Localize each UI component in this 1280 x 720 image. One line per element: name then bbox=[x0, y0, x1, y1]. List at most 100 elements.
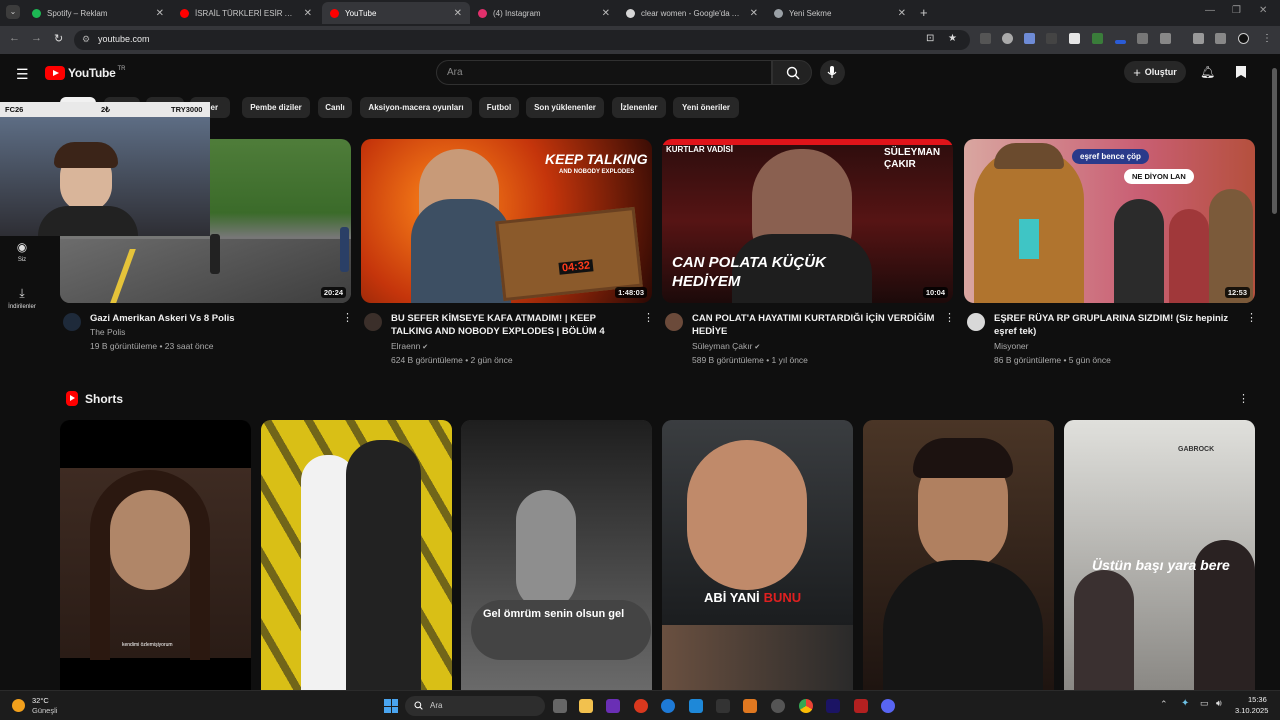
extensions-puzzle-icon[interactable] bbox=[1160, 33, 1171, 44]
browser-tab[interactable]: Yeni Sekme ✕ bbox=[766, 2, 914, 24]
video-thumbnail[interactable]: eşref bence çöp NE DİYON LAN 12:53 bbox=[964, 139, 1255, 303]
menu-icon[interactable]: ☰ bbox=[16, 66, 29, 83]
channel-name[interactable]: Elraenn ✔ bbox=[391, 341, 428, 351]
reload-icon[interactable]: ↻ bbox=[54, 32, 63, 45]
video-title[interactable]: BU SEFER KİMSEYE KAFA ATMADIM! | KEEP TA… bbox=[391, 312, 635, 338]
network-icon[interactable]: ▭ bbox=[1200, 698, 1209, 709]
channel-name[interactable]: Süleyman Çakır ✔ bbox=[692, 341, 760, 351]
extension-icon[interactable] bbox=[980, 33, 991, 44]
search-input[interactable]: Ara bbox=[436, 60, 772, 85]
app-icon[interactable] bbox=[743, 699, 757, 713]
youtube-logo[interactable]: YouTube TR bbox=[45, 66, 125, 80]
edge-icon[interactable] bbox=[661, 699, 675, 713]
tray-overflow-icon[interactable]: ⌃ bbox=[1160, 699, 1168, 710]
channel-avatar[interactable] bbox=[364, 313, 382, 331]
video-title[interactable]: CAN POLAT'A HAYATIMI KURTARDIĞI İÇİN VER… bbox=[692, 312, 936, 338]
volume-icon[interactable]: 🔊︎ bbox=[1216, 698, 1222, 709]
tab-close-icon[interactable]: ✕ bbox=[898, 8, 906, 19]
video-more-icon[interactable]: ⋮ bbox=[342, 311, 353, 324]
app-icon[interactable] bbox=[634, 699, 648, 713]
channel-name[interactable]: The Polis bbox=[90, 327, 125, 337]
sidebar-item-you[interactable]: ◉ Siz bbox=[0, 240, 44, 263]
channel-avatar[interactable] bbox=[665, 313, 683, 331]
new-tab-button[interactable]: + bbox=[920, 5, 928, 20]
filter-chip[interactable]: Futbol bbox=[479, 97, 519, 118]
premiere-icon[interactable] bbox=[826, 699, 840, 713]
clock-date[interactable]: 3.10.2025 bbox=[1235, 706, 1268, 715]
vscode-icon[interactable] bbox=[689, 699, 703, 713]
video-title[interactable]: EŞREF RÜYA RP GRUPLARINA SIZDIM! (Siz he… bbox=[994, 312, 1238, 338]
bookmark-account-icon[interactable] bbox=[1236, 66, 1246, 78]
short-thumbnail[interactable]: GABROCK Üstün başı yara bere bbox=[1064, 420, 1255, 690]
extension-icon[interactable] bbox=[1024, 33, 1035, 44]
filter-chip[interactable]: Son yüklenenler bbox=[526, 97, 604, 118]
minimize-icon[interactable]: — bbox=[1205, 5, 1215, 16]
install-app-icon[interactable]: ⊡ bbox=[926, 33, 934, 44]
short-thumbnail[interactable]: Gel ömrüm senin olsun gel bbox=[461, 420, 652, 690]
back-icon[interactable]: ← bbox=[9, 32, 20, 44]
short-thumbnail[interactable] bbox=[863, 420, 1054, 690]
browser-menu-icon[interactable]: ⋮ bbox=[1262, 33, 1273, 44]
close-window-icon[interactable]: ✕ bbox=[1259, 5, 1267, 16]
short-thumbnail[interactable]: ABİ YANİ BUNU bbox=[662, 420, 853, 690]
extension-icon[interactable] bbox=[1137, 33, 1148, 44]
media-icon[interactable] bbox=[1215, 33, 1226, 44]
epic-games-icon[interactable] bbox=[716, 699, 730, 713]
sidebar-item-downloads[interactable]: ⤓ İndirilenler bbox=[0, 286, 44, 310]
app-icon[interactable] bbox=[854, 699, 868, 713]
channel-name[interactable]: Misyoner bbox=[994, 341, 1028, 351]
tab-list-button[interactable]: ⌄ bbox=[6, 5, 20, 19]
tray-icon[interactable]: ✦ bbox=[1181, 698, 1189, 709]
discord-icon[interactable] bbox=[881, 699, 895, 713]
short-thumbnail[interactable] bbox=[261, 420, 452, 690]
video-thumbnail[interactable]: KURTLAR VADİSİ SÜLEYMAN ÇAKIR CAN POLATA… bbox=[662, 139, 953, 303]
task-view-icon[interactable] bbox=[553, 699, 567, 713]
tab-close-icon[interactable]: ✕ bbox=[156, 8, 164, 19]
taskbar-search[interactable]: Ara bbox=[405, 696, 545, 716]
extension-icon[interactable] bbox=[1069, 33, 1080, 44]
forward-icon[interactable]: → bbox=[31, 32, 42, 44]
tab-close-icon[interactable]: ✕ bbox=[602, 8, 610, 19]
downloads-icon[interactable] bbox=[1193, 33, 1204, 44]
notifications-bell-icon[interactable]: 🔔︎ bbox=[1200, 65, 1215, 79]
video-more-icon[interactable]: ⋮ bbox=[643, 311, 654, 324]
extension-icon[interactable] bbox=[1115, 40, 1126, 44]
shield-extension-icon[interactable] bbox=[1002, 33, 1013, 44]
short-thumbnail[interactable]: kendimi özlemişiyorum bbox=[60, 420, 251, 690]
filter-chip[interactable]: Aksiyon-macera oyunları bbox=[360, 97, 472, 118]
video-thumbnail[interactable]: KEEP TALKING AND NOBODY EXPLODES 04:32 1… bbox=[361, 139, 652, 303]
browser-tab[interactable]: (4) Instagram ✕ bbox=[470, 2, 618, 24]
voice-search-button[interactable] bbox=[820, 60, 845, 85]
address-url[interactable]: youtube.com bbox=[98, 34, 150, 44]
browser-tab[interactable]: YouTube ✕ bbox=[322, 2, 470, 24]
steam-icon[interactable] bbox=[771, 699, 785, 713]
site-info-icon[interactable]: ⚙ bbox=[82, 34, 90, 45]
video-more-icon[interactable]: ⋮ bbox=[944, 311, 955, 324]
filter-chip[interactable]: Yeni öneriler bbox=[673, 97, 739, 118]
maximize-icon[interactable]: ❐ bbox=[1232, 5, 1241, 16]
tab-close-icon[interactable]: ✕ bbox=[750, 8, 758, 19]
play-extension-icon[interactable] bbox=[1046, 33, 1057, 44]
channel-avatar[interactable] bbox=[63, 313, 81, 331]
file-explorer-icon[interactable] bbox=[579, 699, 593, 713]
extension-icon[interactable] bbox=[1092, 33, 1103, 44]
tab-close-icon[interactable]: ✕ bbox=[454, 8, 462, 19]
chrome-icon[interactable] bbox=[799, 699, 813, 713]
video-more-icon[interactable]: ⋮ bbox=[1246, 311, 1257, 324]
create-button[interactable]: + Oluştur bbox=[1124, 61, 1186, 83]
windows-start-icon[interactable] bbox=[384, 699, 398, 713]
channel-avatar[interactable] bbox=[967, 313, 985, 331]
search-button[interactable] bbox=[772, 60, 812, 85]
page-scrollbar[interactable] bbox=[1272, 68, 1277, 214]
profile-avatar-icon[interactable] bbox=[1238, 33, 1249, 44]
browser-tab[interactable]: İSRAİL TÜRKLERİ ESİR ALDI - Yo ✕ bbox=[172, 2, 320, 24]
clock-time[interactable]: 15:36 bbox=[1248, 695, 1267, 704]
video-title[interactable]: Gazi Amerikan Askeri Vs 8 Polis bbox=[90, 312, 334, 325]
filter-chip[interactable]: Pembe diziler bbox=[242, 97, 310, 118]
filter-chip[interactable]: İzlenenler bbox=[612, 97, 666, 118]
bookmark-star-icon[interactable]: ★ bbox=[948, 33, 957, 44]
shorts-more-icon[interactable]: ⋮ bbox=[1238, 392, 1249, 405]
filter-chip[interactable]: Canlı bbox=[318, 97, 352, 118]
app-icon[interactable] bbox=[606, 699, 620, 713]
tab-close-icon[interactable]: ✕ bbox=[304, 8, 312, 19]
